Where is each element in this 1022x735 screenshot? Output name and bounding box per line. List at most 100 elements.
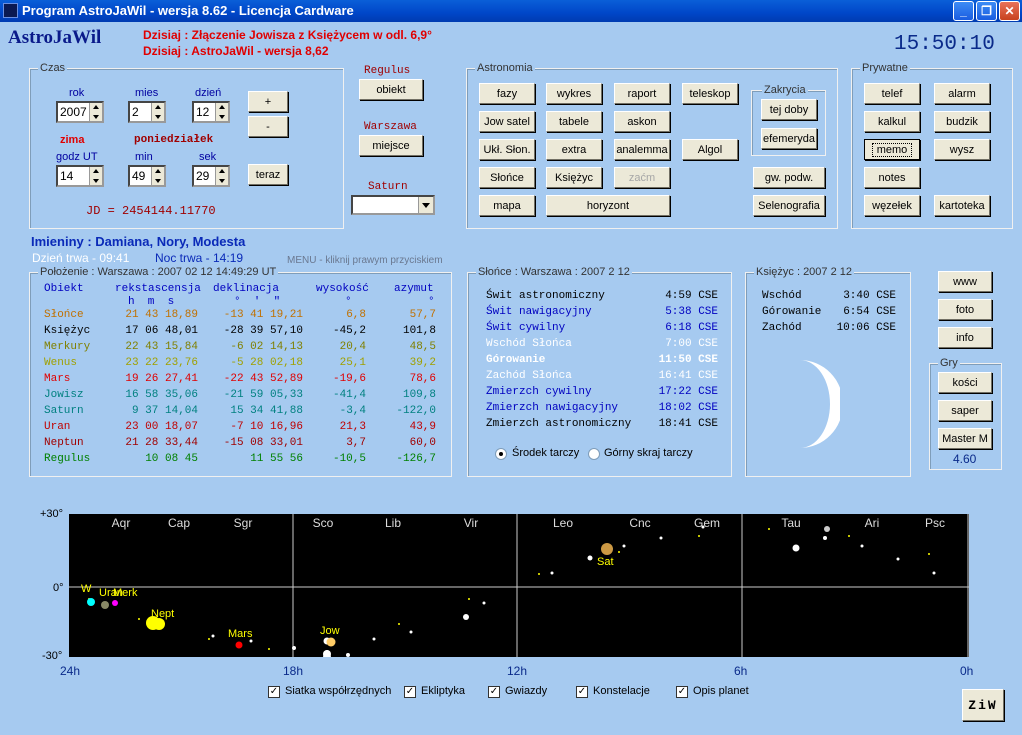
tej-doby-button[interactable]: tej doby — [761, 99, 817, 120]
maximize-button[interactable]: ❐ — [976, 1, 997, 21]
gwiazdy-checkbox[interactable]: ✓ — [488, 686, 500, 698]
fazy-button[interactable]: fazy — [479, 83, 535, 104]
constellation-label: Cap — [168, 516, 190, 530]
news-line-2: Dzisiaj : AstroJaWil - wersja 8,62 — [143, 44, 329, 58]
gw-podw-button[interactable]: gw. podw. — [753, 167, 825, 188]
dzien-spinner[interactable]: 12 — [192, 101, 230, 123]
tabele-button[interactable]: tabele — [546, 111, 602, 132]
ra-label-6h: 6h — [734, 664, 748, 678]
rok-arrows[interactable] — [89, 103, 102, 121]
opis-planet-checkbox[interactable]: ✓ — [676, 686, 688, 698]
rok-value: 2007 — [60, 105, 87, 119]
star-marker — [792, 544, 800, 552]
kartoteka-button[interactable]: kartoteka — [934, 195, 990, 216]
slonce-button[interactable]: Słońce — [479, 167, 535, 188]
info-button[interactable]: info — [938, 327, 992, 348]
planet-marker — [235, 641, 243, 649]
planet-label: Nept — [151, 608, 174, 620]
mies-label: mies — [135, 87, 159, 99]
algol-button[interactable]: Algol — [682, 139, 738, 160]
mapa-button[interactable]: mapa — [479, 195, 535, 216]
object-value: 109,8 — [402, 389, 436, 401]
min-spinner[interactable]: 49 — [128, 165, 166, 187]
alarm-button[interactable]: alarm — [934, 83, 990, 104]
rok-spinner[interactable]: 2007 — [56, 101, 104, 123]
www-button[interactable]: www — [938, 271, 992, 292]
ukl-slon-button[interactable]: Ukł. Słon. — [479, 139, 535, 160]
selenografia-button[interactable]: Selenografia — [753, 195, 825, 216]
sun-event-label: Zmierzch astronomiczny — [486, 418, 632, 430]
horyzont-button[interactable]: horyzont — [546, 195, 670, 216]
sun-event-label: Zmierzch nawigacyjny — [486, 402, 619, 414]
close-button[interactable]: ✕ — [999, 1, 1020, 21]
app-icon[interactable] — [3, 3, 18, 18]
teleskop-button[interactable]: teleskop — [682, 83, 738, 104]
star-marker — [860, 544, 864, 548]
moon-marker — [323, 650, 331, 657]
ecliptic-dot — [698, 535, 700, 537]
ecliptic-dot — [268, 648, 270, 650]
constellation-label: Cnc — [629, 516, 650, 530]
sun-event-label: Świt cywilny — [486, 322, 566, 334]
dzien-arrows[interactable] — [215, 103, 228, 121]
ziw-button[interactable]: ZiW — [962, 689, 1004, 721]
konstelacje-checkbox[interactable]: ✓ — [576, 686, 588, 698]
object-value: -3,4 — [339, 405, 366, 417]
sek-value: 29 — [196, 169, 210, 183]
wezelek-button[interactable]: węzełek — [864, 195, 920, 216]
sky-map[interactable]: Aqr Cap Sgr Sco Lib Vir Leo Cnc Gem Tau Ari PscW Ura… — [69, 514, 969, 657]
budzik-button[interactable]: budzik — [934, 111, 990, 132]
foto-button[interactable]: foto — [938, 299, 992, 320]
mies-spinner[interactable]: 2 — [128, 101, 166, 123]
sek-arrows[interactable] — [215, 167, 228, 185]
ekliptyka-label: Ekliptyka — [421, 685, 466, 697]
teraz-button[interactable]: teraz — [248, 164, 288, 185]
ekliptyka-checkbox[interactable]: ✓ — [404, 686, 416, 698]
analemma-button[interactable]: analemma — [614, 139, 670, 160]
godz-spinner[interactable]: 14 — [56, 165, 104, 187]
srodek-tarczy-radio[interactable] — [495, 448, 507, 460]
wysz-button[interactable]: wysz — [934, 139, 990, 160]
ecliptic-dot — [618, 551, 620, 553]
constellation-label: Lib — [385, 516, 401, 530]
kosci-button[interactable]: kości — [938, 372, 992, 393]
kalkul-button[interactable]: kalkul — [864, 111, 920, 132]
siatka-label: Siatka współrzędnych — [285, 685, 392, 697]
min-arrows[interactable] — [151, 167, 164, 185]
sek-spinner[interactable]: 29 — [192, 165, 230, 187]
gorny-skraj-radio[interactable] — [588, 448, 600, 460]
master-m-button[interactable]: Master M — [938, 428, 992, 449]
star-marker — [823, 536, 827, 540]
day-length: Dzień trwa - 09:41 — [32, 251, 130, 265]
wykres-button[interactable]: wykres — [546, 83, 602, 104]
askon-button[interactable]: askon — [614, 111, 670, 132]
efemeryda-button[interactable]: efemeryda — [761, 128, 817, 149]
mies-arrows[interactable] — [151, 103, 164, 121]
object-select[interactable] — [351, 195, 435, 215]
plus-button[interactable]: + — [248, 91, 288, 112]
zacm-button[interactable]: zaćm — [614, 167, 670, 188]
godz-arrows[interactable] — [89, 167, 102, 185]
miejsce-button[interactable]: miejsce — [359, 135, 423, 156]
title-bar[interactable]: Program AstroJaWil - wersja 8.62 - Licen… — [0, 0, 1022, 22]
saper-button[interactable]: saper — [938, 400, 992, 421]
raport-button[interactable]: raport — [614, 83, 670, 104]
jow-satel-button[interactable]: Jow satel — [479, 111, 535, 132]
planet-label: W — [81, 583, 92, 595]
notes-button[interactable]: notes — [864, 167, 920, 188]
gry-title: Gry — [938, 357, 960, 369]
ksiezyc-button[interactable]: Księżyc — [546, 167, 602, 188]
ra-label-24h: 24h — [60, 664, 81, 678]
ecliptic-dot — [538, 573, 540, 575]
minus-button[interactable]: - — [248, 116, 288, 137]
object-name: Księżyc — [44, 325, 91, 337]
telef-button[interactable]: telef — [864, 83, 920, 104]
weekday-label: poniedziałek — [134, 134, 214, 146]
dropdown-arrow-icon[interactable] — [418, 197, 433, 213]
memo-button[interactable]: memo — [864, 139, 920, 160]
object-value: 11 55 56 — [250, 453, 303, 465]
extra-button[interactable]: extra — [546, 139, 602, 160]
minimize-button[interactable]: _ — [953, 1, 974, 21]
siatka-checkbox[interactable]: ✓ — [268, 686, 280, 698]
obiekt-button[interactable]: obiekt — [359, 79, 423, 100]
